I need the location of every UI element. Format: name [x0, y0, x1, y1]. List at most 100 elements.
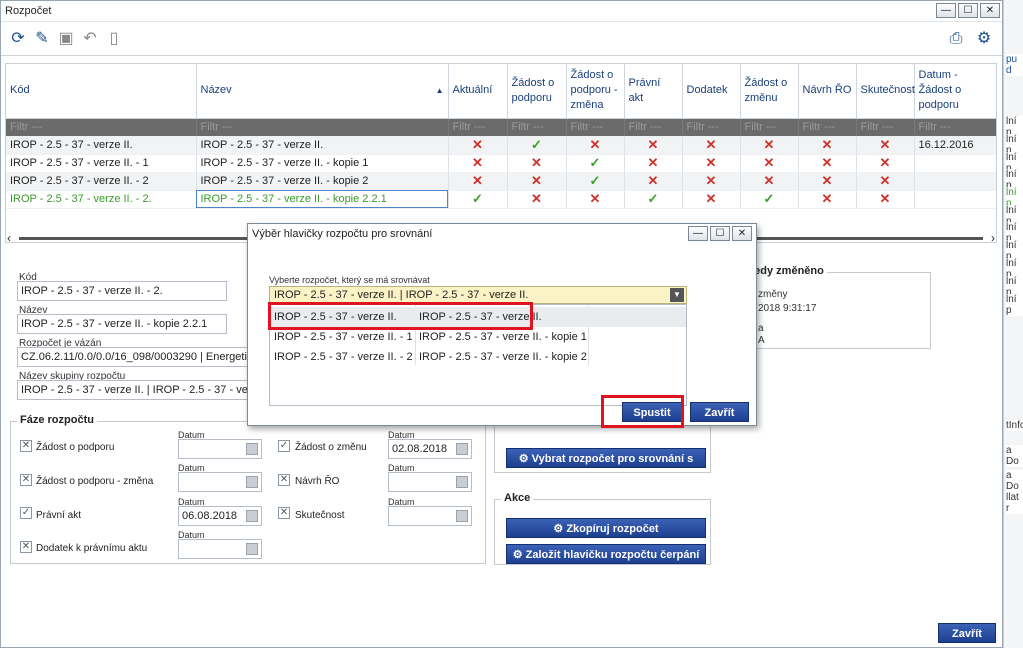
- zkopiruj-rozpocet-button[interactable]: ⚙ Zkopíruj rozpočet: [506, 518, 706, 538]
- option-row[interactable]: IROP - 2.5 - 37 - verze II. - 2 IROP - 2…: [270, 347, 686, 367]
- datum-field[interactable]: [388, 472, 472, 492]
- skupina-field[interactable]: IROP - 2.5 - 37 - verze II. | IROP - 2.5…: [17, 380, 253, 400]
- faze-checkbox[interactable]: ✕: [278, 507, 290, 519]
- col-datum-zadost[interactable]: Datum - Žádost o podporu: [914, 64, 996, 119]
- datum-field[interactable]: 02.08.2018: [388, 439, 472, 459]
- faze-checkbox[interactable]: ✓: [278, 440, 290, 452]
- col-pravni-akt[interactable]: Právní akt: [624, 64, 683, 119]
- filter-input[interactable]: Filtr ---: [798, 118, 857, 137]
- cell-nazev[interactable]: IROP - 2.5 - 37 - verze II. - kopie 2: [196, 172, 449, 191]
- faze-label: Žádost o podporu - změna: [36, 476, 154, 487]
- faze-checkbox[interactable]: ✕: [278, 474, 290, 486]
- col-nazev[interactable]: Název ▲: [196, 64, 449, 119]
- kod-field[interactable]: IROP - 2.5 - 37 - verze II. - 2.: [17, 281, 227, 301]
- filter-input[interactable]: Filtr ---: [507, 118, 567, 137]
- close-button[interactable]: ✕: [980, 3, 1000, 18]
- chevron-down-icon[interactable]: ▼: [670, 288, 684, 302]
- cross-icon: ✕: [856, 154, 915, 173]
- document-icon[interactable]: ▯: [105, 30, 123, 48]
- col-kod[interactable]: Kód: [6, 64, 197, 119]
- toolbar: ⟳ ✎ ▣ ↶ ▯ ⎙ ⚙: [1, 22, 1002, 56]
- maximize-button[interactable]: ☐: [958, 3, 978, 18]
- cell-datum[interactable]: [914, 154, 996, 173]
- filter-input[interactable]: Filtr ---: [856, 118, 915, 137]
- calendar-icon[interactable]: [456, 476, 468, 488]
- cell-nazev[interactable]: IROP - 2.5 - 37 - verze II. - kopie 2.2.…: [196, 190, 449, 209]
- calendar-icon[interactable]: [456, 443, 468, 455]
- cell-datum[interactable]: [914, 190, 996, 209]
- table-row[interactable]: IROP - 2.5 - 37 - verze II. IROP - 2.5 - …: [6, 136, 996, 155]
- cross-icon: ✕: [856, 172, 915, 191]
- datum-field[interactable]: [178, 439, 262, 459]
- datum-field[interactable]: [388, 506, 472, 526]
- cross-icon: ✕: [624, 154, 683, 173]
- faze-checkbox[interactable]: ✕: [20, 541, 32, 553]
- table-row[interactable]: IROP - 2.5 - 37 - verze II. - 1 IROP - 2.…: [6, 154, 996, 173]
- faze-checkbox[interactable]: ✕: [20, 474, 32, 486]
- filter-input[interactable]: Filtr ---: [448, 118, 508, 137]
- calendar-icon[interactable]: [246, 510, 258, 522]
- cell-kod[interactable]: IROP - 2.5 - 37 - verze II.: [6, 136, 197, 155]
- faze-checkbox[interactable]: ✓: [20, 507, 32, 519]
- dialog-minimize-button[interactable]: —: [688, 226, 708, 241]
- cross-icon: ✕: [682, 136, 741, 155]
- filter-input[interactable]: Filtr ---: [914, 118, 996, 137]
- cross-icon: ✕: [566, 190, 625, 209]
- scroll-left-icon[interactable]: ‹: [7, 231, 11, 245]
- gear-icon[interactable]: ⚙: [975, 30, 993, 48]
- print-icon[interactable]: ⎙: [947, 30, 965, 48]
- filter-input[interactable]: Filtr ---: [566, 118, 625, 137]
- col-aktualni[interactable]: Aktuální: [448, 64, 508, 119]
- scroll-right-icon[interactable]: ›: [991, 231, 995, 245]
- bg-text: llat r: [1006, 492, 1023, 514]
- filter-input[interactable]: Filtr ---: [740, 118, 799, 137]
- cell-datum[interactable]: 16.12.2016: [914, 136, 996, 155]
- zmeny-label: změny: [758, 289, 788, 300]
- dialog-maximize-button[interactable]: ☐: [710, 226, 730, 241]
- nazev-field[interactable]: IROP - 2.5 - 37 - verze II. - kopie 2.2.…: [17, 314, 227, 334]
- cell-datum[interactable]: [914, 172, 996, 191]
- cell-nazev[interactable]: IROP - 2.5 - 37 - verze II.: [196, 136, 449, 155]
- undo-icon[interactable]: ↶: [81, 30, 99, 48]
- faze-checkbox[interactable]: ✕: [20, 440, 32, 452]
- filter-input[interactable]: Filtr ---: [6, 118, 197, 137]
- filter-input[interactable]: Filtr ---: [624, 118, 683, 137]
- col-zadost[interactable]: Žádost o podporu: [507, 64, 567, 119]
- filter-input[interactable]: Filtr ---: [196, 118, 449, 137]
- calendar-icon[interactable]: [246, 543, 258, 555]
- datum-field[interactable]: 06.08.2018: [178, 506, 262, 526]
- save-icon[interactable]: ▣: [57, 30, 75, 48]
- cell-kod[interactable]: IROP - 2.5 - 37 - verze II. - 2.: [6, 190, 197, 209]
- calendar-icon[interactable]: [456, 510, 468, 522]
- zalozit-hlavicku-button[interactable]: ⚙ Založit hlavičku rozpočtu čerpání: [506, 544, 706, 564]
- minimize-button[interactable]: —: [936, 3, 956, 18]
- dialog-zavrit-button[interactable]: Zavřít: [690, 402, 749, 422]
- calendar-icon[interactable]: [246, 443, 258, 455]
- col-dodatek[interactable]: Dodatek: [682, 64, 741, 119]
- option-row[interactable]: IROP - 2.5 - 37 - verze II. - 1 IROP - 2…: [270, 327, 686, 347]
- refresh-icon[interactable]: ⟳: [9, 30, 27, 48]
- cross-icon: ✕: [682, 190, 741, 209]
- col-skutecnost[interactable]: Skutečnost: [856, 64, 915, 119]
- option-name: IROP - 2.5 - 37 - verze II. - kopie 2: [419, 351, 587, 363]
- filter-input[interactable]: Filtr ---: [682, 118, 741, 137]
- cross-icon: ✕: [798, 154, 857, 173]
- edit-icon[interactable]: ✎: [33, 30, 51, 48]
- datum-field[interactable]: [178, 539, 262, 559]
- col-navrh-ro[interactable]: Návrh ŘO: [798, 64, 857, 119]
- calendar-icon[interactable]: [246, 476, 258, 488]
- cell-nazev[interactable]: IROP - 2.5 - 37 - verze II. - kopie 1: [196, 154, 449, 173]
- col-zadost-o-zmenu[interactable]: Žádost o změnu: [740, 64, 799, 119]
- cell-kod[interactable]: IROP - 2.5 - 37 - verze II. - 2: [6, 172, 197, 191]
- cell-kod[interactable]: IROP - 2.5 - 37 - verze II. - 1: [6, 154, 197, 173]
- table-row[interactable]: IROP - 2.5 - 37 - verze II. - 2. IROP - 2…: [6, 190, 996, 209]
- col-zadost-zmena[interactable]: Žádost o podporu - změna: [566, 64, 625, 119]
- faze-label: Návrh ŘO: [295, 476, 340, 487]
- table-row[interactable]: IROP - 2.5 - 37 - verze II. - 2 IROP - 2.…: [6, 172, 996, 191]
- vybrat-rozpocet-button[interactable]: ⚙ Vybrat rozpočet pro srovnání s tímto: [506, 448, 706, 485]
- datum-field[interactable]: [178, 472, 262, 492]
- zavrit-main-button[interactable]: Zavřít: [938, 623, 996, 643]
- dialog-close-button[interactable]: ✕: [732, 226, 752, 241]
- vazan-field[interactable]: CZ.06.2.11/0.0/0.0/16_098/0003290 | Ener…: [17, 347, 253, 367]
- filter-row: Filtr --- Filtr --- Filtr --- Filtr --- …: [6, 118, 996, 137]
